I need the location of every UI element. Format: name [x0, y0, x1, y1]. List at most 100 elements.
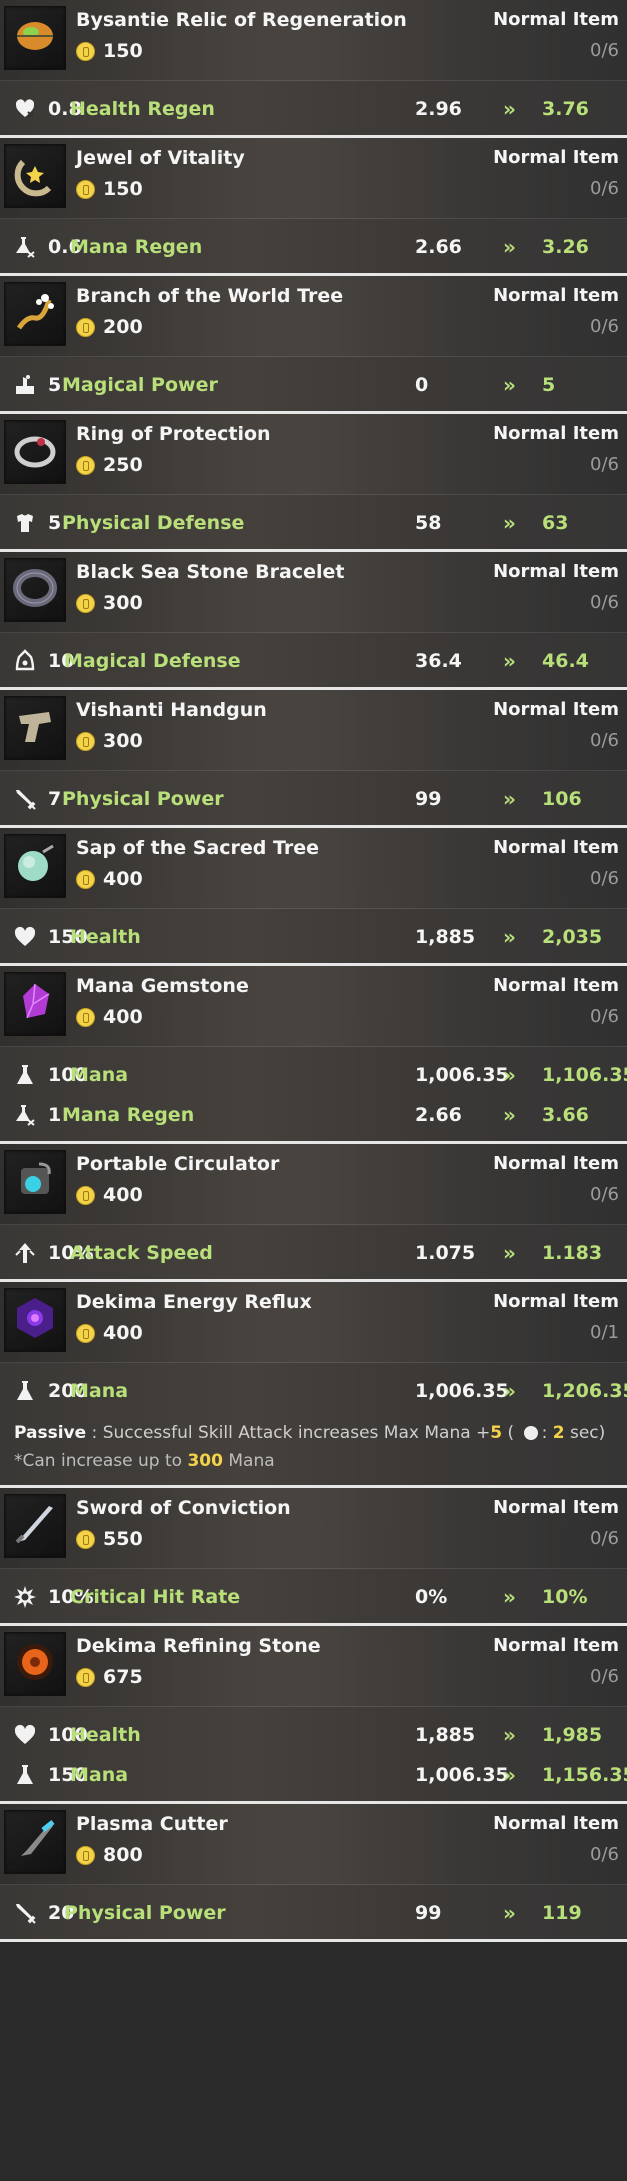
- stat-row: 10% Attack Speed 1.075 » 1.183: [0, 1233, 627, 1273]
- amulet-icon: [9, 148, 61, 204]
- item-image: [4, 1150, 66, 1214]
- stat-new-value: 46.4: [542, 650, 589, 672]
- item-type: Normal Item: [493, 699, 619, 720]
- stat-arrow-icon: »: [503, 97, 516, 121]
- branch-icon: [9, 286, 61, 342]
- item-header: Dekima Energy Reflux 400 Normal Item 0/1: [0, 1282, 627, 1363]
- ring-icon: [9, 424, 61, 480]
- magic-defense-icon: [12, 649, 38, 673]
- shop-item[interactable]: Dekima Energy Reflux 400 Normal Item 0/1…: [0, 1282, 627, 1488]
- stat-label: Magical Power: [62, 374, 218, 396]
- shop-item[interactable]: Branch of the World Tree 200 Normal Item…: [0, 276, 627, 414]
- stat-new-value: 2,035: [542, 926, 603, 948]
- item-image: [4, 558, 66, 622]
- item-stock: 0/6: [590, 730, 619, 751]
- shop-item[interactable]: Mana Gemstone 400 Normal Item 0/6 100 Ma…: [0, 966, 627, 1144]
- item-cost-value: 400: [103, 868, 143, 890]
- passive-note: Mana: [222, 1451, 275, 1471]
- stat-arrow-icon: »: [503, 511, 516, 535]
- stat-arrow-icon: »: [503, 649, 516, 673]
- item-name: Black Sea Stone Bracelet: [76, 561, 345, 583]
- stat-new-value: 63: [542, 512, 569, 534]
- stat-row: 100 Mana 1,006.35 » 1,106.35: [0, 1055, 627, 1095]
- item-cost-value: 675: [103, 1666, 143, 1688]
- item-image: [4, 972, 66, 1036]
- stat-current-value: 1,885: [415, 926, 476, 948]
- item-image: [4, 1494, 66, 1558]
- item-header: Jewel of Vitality 150 Normal Item 0/6: [0, 138, 627, 219]
- item-header: Plasma Cutter 800 Normal Item 0/6: [0, 1804, 627, 1885]
- coin-icon: [76, 41, 95, 61]
- shop-item[interactable]: Portable Circulator 400 Normal Item 0/6 …: [0, 1144, 627, 1282]
- item-header: Vishanti Handgun 300 Normal Item 0/6: [0, 690, 627, 771]
- stat-label: Health: [70, 1724, 141, 1746]
- sap-icon: [9, 838, 61, 894]
- stat-current-value: 2.66: [415, 236, 462, 258]
- item-stats: 100 Health 1,885 » 1,985 150 Mana 1,006.…: [0, 1707, 627, 1801]
- item-cost: 200: [76, 316, 143, 338]
- stat-new-value: 106: [542, 788, 582, 810]
- sword-icon: [12, 1901, 38, 1925]
- stat-label: Health: [70, 926, 141, 948]
- shop-item[interactable]: Plasma Cutter 800 Normal Item 0/6 20 Phy…: [0, 1804, 627, 1942]
- shop-item[interactable]: Sword of Conviction 550 Normal Item 0/6 …: [0, 1488, 627, 1626]
- item-header: Sap of the Sacred Tree 400 Normal Item 0…: [0, 828, 627, 909]
- coin-icon: [76, 1845, 95, 1865]
- stat-current-value: 0%: [415, 1586, 448, 1608]
- item-stock: 0/6: [590, 178, 619, 199]
- shop-item[interactable]: Jewel of Vitality 150 Normal Item 0/6 0.…: [0, 138, 627, 276]
- item-cost: 250: [76, 454, 143, 476]
- stat-new-value: 3.76: [542, 98, 589, 120]
- shop-item[interactable]: Ring of Protection 250 Normal Item 0/6 5…: [0, 414, 627, 552]
- flask-icon: [12, 1063, 38, 1087]
- item-cost: 400: [76, 1006, 143, 1028]
- stat-new-value: 10%: [542, 1586, 588, 1608]
- stat-row: 0.6 Mana Regen 2.66 » 3.26: [0, 227, 627, 267]
- item-type: Normal Item: [493, 285, 619, 306]
- stat-arrow-icon: »: [503, 787, 516, 811]
- stat-label: Health Regen: [70, 98, 215, 120]
- flask-icon: [12, 1763, 38, 1787]
- item-stats: 200 Mana 1,006.35 » 1,206.35: [0, 1363, 627, 1417]
- item-name: Portable Circulator: [76, 1153, 280, 1175]
- stat-row: 10% Critical Hit Rate 0% » 10%: [0, 1577, 627, 1617]
- shop-item[interactable]: Dekima Refining Stone 675 Normal Item 0/…: [0, 1626, 627, 1804]
- stat-arrow-icon: »: [503, 1585, 516, 1609]
- stat-new-value: 3.26: [542, 236, 589, 258]
- item-stock: 0/6: [590, 592, 619, 613]
- item-name: Sap of the Sacred Tree: [76, 837, 320, 859]
- shop-item[interactable]: Vishanti Handgun 300 Normal Item 0/6 7 P…: [0, 690, 627, 828]
- stat-new-value: 1,985: [542, 1724, 603, 1746]
- item-cost: 150: [76, 40, 143, 62]
- item-header: Sword of Conviction 550 Normal Item 0/6: [0, 1488, 627, 1569]
- stat-label: Mana: [70, 1764, 129, 1786]
- stat-new-value: 5: [542, 374, 556, 396]
- clock-icon: [523, 1426, 538, 1440]
- stat-label: Physical Power: [64, 1902, 226, 1924]
- item-type: Normal Item: [493, 1153, 619, 1174]
- orb-icon: [9, 1636, 61, 1692]
- shop-item[interactable]: Sap of the Sacred Tree 400 Normal Item 0…: [0, 828, 627, 966]
- item-type: Normal Item: [493, 1497, 619, 1518]
- item-image: [4, 6, 66, 70]
- stat-label: Magical Defense: [64, 650, 241, 672]
- stat-row: 200 Mana 1,006.35 » 1,206.35: [0, 1371, 627, 1411]
- item-header: Mana Gemstone 400 Normal Item 0/6: [0, 966, 627, 1047]
- stat-new-value: 1,106.35: [542, 1064, 627, 1086]
- shop-item[interactable]: Black Sea Stone Bracelet 300 Normal Item…: [0, 552, 627, 690]
- shop-item[interactable]: Bysantie Relic of Regeneration 150 Norma…: [0, 0, 627, 138]
- stat-row: 7 Physical Power 99 » 106: [0, 779, 627, 819]
- stat-label: Mana: [70, 1380, 129, 1402]
- item-name: Vishanti Handgun: [76, 699, 267, 721]
- coin-icon: [76, 1007, 95, 1027]
- passive-description: Passive : Successful Skill Attack increa…: [0, 1417, 627, 1485]
- item-cost: 300: [76, 730, 143, 752]
- stat-label: Physical Power: [62, 788, 224, 810]
- item-cost-value: 800: [103, 1844, 143, 1866]
- item-cost: 300: [76, 592, 143, 614]
- stat-arrow-icon: »: [503, 1763, 516, 1787]
- item-stats: 5 Magical Power 0 » 5: [0, 357, 627, 411]
- stat-new-value: 3.66: [542, 1104, 589, 1126]
- stat-row: 150 Mana 1,006.35 » 1,156.35: [0, 1755, 627, 1795]
- stat-current-value: 1,006.35: [415, 1380, 509, 1402]
